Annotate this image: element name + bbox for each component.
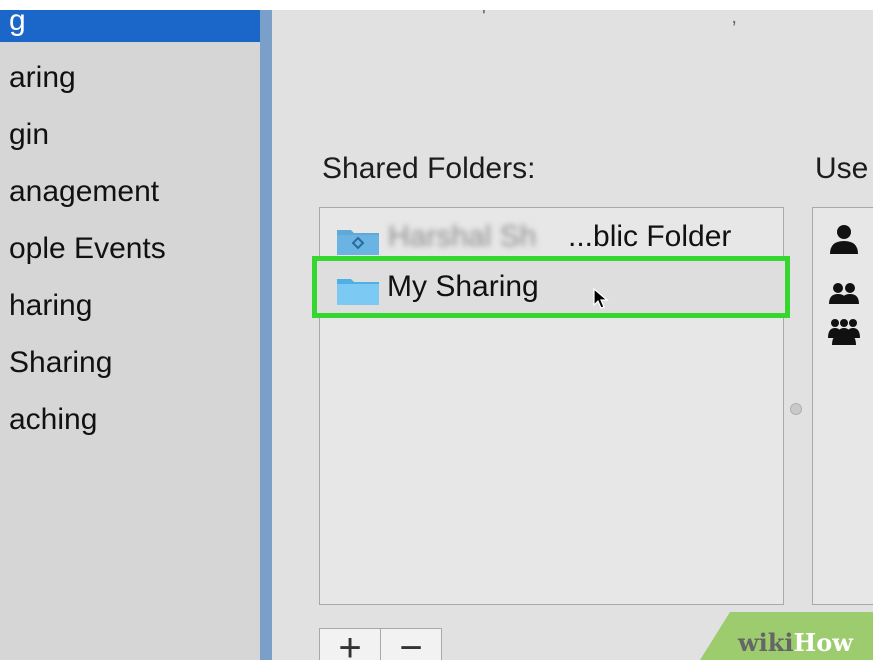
sidebar-item-selected[interactable]: g (9, 10, 26, 38)
sidebar-selection-highlight (0, 10, 260, 42)
users-label: Use (815, 152, 869, 185)
user-icon (830, 225, 858, 254)
sidebar-item-remote-login[interactable]: gin (9, 118, 49, 152)
mouse-cursor-icon (593, 287, 609, 309)
pane-divider (260, 10, 272, 660)
sidebar-item-internet-sharing[interactable]: haring (9, 289, 92, 323)
sidebar-item-content-caching[interactable]: aching (9, 403, 97, 437)
folder-label: My Sharing (387, 270, 539, 303)
main-pane: ' , Shared Folders: Use Harshal Sh ...bl… (272, 10, 873, 660)
splitter-handle[interactable] (790, 403, 802, 415)
blurred-owner-name: Harshal Sh (388, 220, 537, 253)
remove-folder-button[interactable]: − (380, 628, 442, 660)
add-folder-button[interactable]: + (319, 628, 381, 660)
selected-folder-row[interactable]: My Sharing (312, 256, 790, 318)
top-text-fragment: ' , (482, 10, 857, 28)
folder-label: ...blic Folder (568, 220, 732, 253)
sidebar-item-remote-management[interactable]: anagement (9, 175, 159, 209)
sidebar-item-remote-apple-events[interactable]: ople Events (9, 232, 166, 266)
sidebar: g aring gin anagement ople Events haring… (0, 10, 260, 660)
folder-icon (337, 279, 379, 305)
watermark-text: wikiHow (738, 628, 853, 657)
wikihow-watermark: wikiHow (700, 612, 873, 660)
sidebar-item-bluetooth-sharing[interactable]: Sharing (9, 346, 112, 380)
public-folder-icon (337, 230, 379, 255)
watermark-wiki: wiki (738, 628, 794, 657)
shared-folders-label: Shared Folders: (322, 152, 536, 185)
everyone-icon (828, 319, 860, 345)
watermark-how: How (793, 628, 853, 657)
sharing-preferences-window: g aring gin anagement ople Events haring… (0, 0, 873, 660)
users-list[interactable] (812, 207, 873, 605)
sidebar-item-file-sharing[interactable]: aring (9, 61, 76, 95)
group-icon (829, 283, 859, 304)
